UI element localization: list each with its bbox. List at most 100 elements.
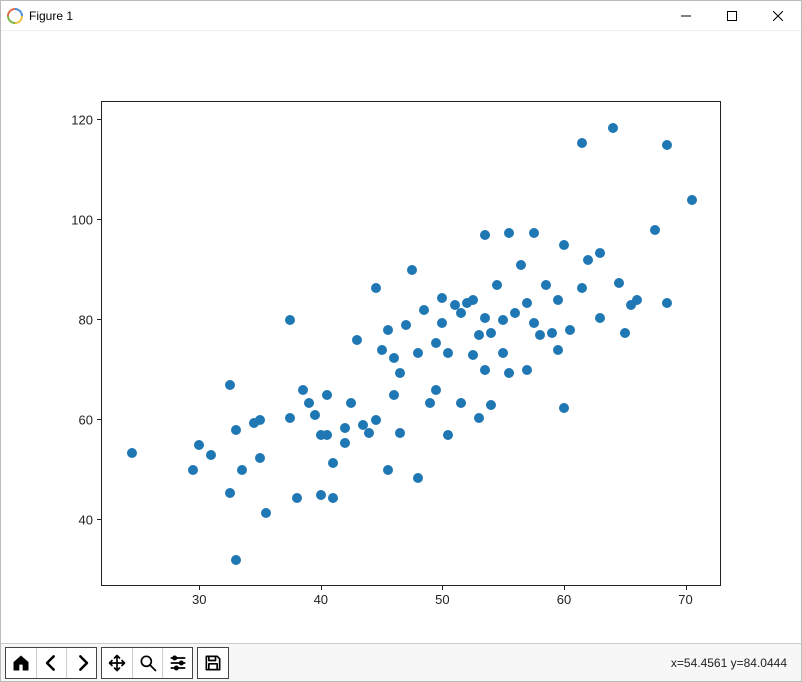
data-point xyxy=(340,438,350,448)
data-point xyxy=(632,295,642,305)
x-tick-label: 30 xyxy=(192,585,206,607)
data-point xyxy=(310,410,320,420)
data-point xyxy=(486,328,496,338)
data-point xyxy=(468,350,478,360)
data-point xyxy=(255,415,265,425)
data-point xyxy=(328,458,338,468)
data-point xyxy=(328,493,338,503)
data-point xyxy=(510,308,520,318)
home-button[interactable] xyxy=(6,648,36,678)
data-point xyxy=(407,265,417,275)
data-point xyxy=(431,338,441,348)
y-tick-label: 40 xyxy=(79,513,102,528)
window-title: Figure 1 xyxy=(29,9,73,23)
data-point xyxy=(474,413,484,423)
data-point xyxy=(474,330,484,340)
data-point xyxy=(425,398,435,408)
data-point xyxy=(553,295,563,305)
data-point xyxy=(456,398,466,408)
data-point xyxy=(285,413,295,423)
data-point xyxy=(419,305,429,315)
data-point xyxy=(650,225,660,235)
data-point xyxy=(225,380,235,390)
data-point xyxy=(340,423,350,433)
data-point xyxy=(504,228,514,238)
data-point xyxy=(480,365,490,375)
data-point xyxy=(492,280,502,290)
data-point xyxy=(480,313,490,323)
data-point xyxy=(127,448,137,458)
data-point xyxy=(456,308,466,318)
y-tick-label: 80 xyxy=(79,313,102,328)
data-point xyxy=(535,330,545,340)
data-point xyxy=(377,345,387,355)
pan-button[interactable] xyxy=(102,648,132,678)
axes: 3040506070406080100120 xyxy=(101,101,721,586)
data-point xyxy=(225,488,235,498)
data-point xyxy=(662,298,672,308)
data-point xyxy=(559,403,569,413)
data-point xyxy=(468,295,478,305)
minimize-button[interactable] xyxy=(663,1,709,30)
data-point xyxy=(614,278,624,288)
forward-button[interactable] xyxy=(66,648,96,678)
data-point xyxy=(206,450,216,460)
data-point xyxy=(261,508,271,518)
back-button[interactable] xyxy=(36,648,66,678)
data-point xyxy=(364,428,374,438)
data-point xyxy=(547,328,557,338)
data-point xyxy=(529,318,539,328)
x-tick-label: 40 xyxy=(314,585,328,607)
data-point xyxy=(413,348,423,358)
data-point xyxy=(316,490,326,500)
data-point xyxy=(231,425,241,435)
data-point xyxy=(577,138,587,148)
data-point xyxy=(522,365,532,375)
data-point xyxy=(608,123,618,133)
data-point xyxy=(371,415,381,425)
data-point xyxy=(480,230,490,240)
data-point xyxy=(237,465,247,475)
data-point xyxy=(413,473,423,483)
data-point xyxy=(389,390,399,400)
maximize-button[interactable] xyxy=(709,1,755,30)
data-point xyxy=(595,248,605,258)
data-point xyxy=(559,240,569,250)
data-point xyxy=(322,430,332,440)
figure-canvas[interactable]: 3040506070406080100120 xyxy=(1,31,801,643)
data-point xyxy=(443,348,453,358)
zoom-button[interactable] xyxy=(132,648,162,678)
data-point xyxy=(687,195,697,205)
data-point xyxy=(194,440,204,450)
x-tick-label: 50 xyxy=(435,585,449,607)
save-button[interactable] xyxy=(198,648,228,678)
data-point xyxy=(437,318,447,328)
x-tick-label: 70 xyxy=(678,585,692,607)
x-tick-label: 60 xyxy=(557,585,571,607)
data-point xyxy=(395,428,405,438)
data-point xyxy=(371,283,381,293)
data-point xyxy=(395,368,405,378)
configure-subplots-button[interactable] xyxy=(162,648,192,678)
data-point xyxy=(662,140,672,150)
app-icon xyxy=(7,8,23,24)
data-point xyxy=(498,348,508,358)
navigation-toolbar: x=54.4561 y=84.0444 xyxy=(1,643,801,681)
data-point xyxy=(322,390,332,400)
y-tick-label: 60 xyxy=(79,413,102,428)
cursor-coordinates: x=54.4561 y=84.0444 xyxy=(671,656,797,670)
data-point xyxy=(346,398,356,408)
data-point xyxy=(389,353,399,363)
data-point xyxy=(431,385,441,395)
data-point xyxy=(443,430,453,440)
data-point xyxy=(352,335,362,345)
data-point xyxy=(231,555,241,565)
y-tick-label: 120 xyxy=(71,113,102,128)
data-point xyxy=(401,320,411,330)
close-button[interactable] xyxy=(755,1,801,30)
data-point xyxy=(383,465,393,475)
data-point xyxy=(437,293,447,303)
data-point xyxy=(188,465,198,475)
window-controls xyxy=(663,1,801,30)
data-point xyxy=(255,453,265,463)
